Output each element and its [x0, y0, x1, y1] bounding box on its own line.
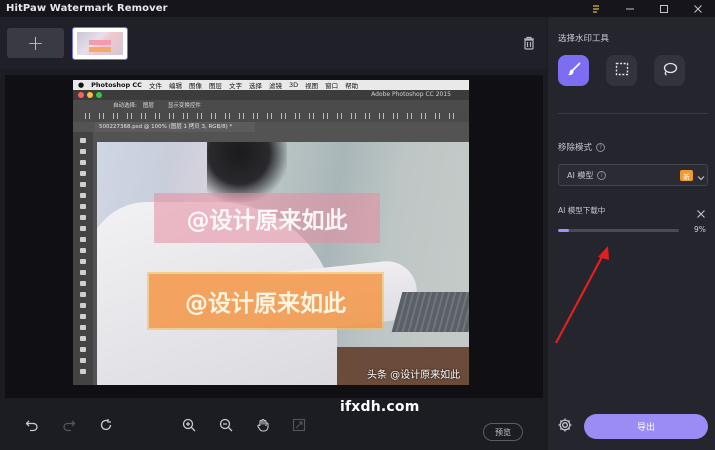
maximize-icon[interactable] — [647, 0, 681, 17]
ps-menubar: ● Photoshop CC 文件 编辑 图像 图层 文字 选择 滤镜 3D 视… — [73, 80, 469, 90]
minimize-icon[interactable] — [613, 0, 647, 17]
add-label: + — [27, 31, 44, 55]
title-bar: HitPaw Watermark Remover — [0, 0, 715, 17]
undo-icon[interactable] — [24, 417, 40, 433]
app-title: HitPaw Watermark Remover — [6, 3, 168, 14]
watermark-text-1: @设计原来如此 — [154, 193, 380, 243]
ps-document-tab: 500227368.psd @ 100% (图层 1 拷贝 3, RGB/8) … — [95, 122, 255, 132]
reset-icon[interactable] — [98, 417, 114, 433]
photo: @设计原来如此 @设计原来如此 头条 @设计原来如此 — [97, 142, 469, 385]
cancel-download-icon[interactable] — [696, 204, 706, 223]
watermark-corner-text: 头条 @设计原来如此 — [367, 370, 461, 381]
mode-section-title: 移除模式? — [558, 141, 606, 153]
ps-toolbox — [73, 132, 93, 385]
rect-select-tool-button[interactable] — [606, 55, 637, 86]
mode-select-value: AI 模型 — [567, 171, 594, 180]
redo-icon[interactable] — [61, 417, 77, 433]
workspace: + ● Photoshop CC 文件 编辑 图像 图层 文字 选择 滤镜 3D — [0, 17, 547, 450]
ps-menu-item: 编辑 — [168, 82, 182, 90]
divider — [558, 113, 708, 114]
fit-icon[interactable] — [291, 417, 307, 433]
download-percent: 9% — [694, 225, 706, 234]
export-button[interactable]: 导出 — [584, 414, 708, 439]
select-value: AI 模型 i — [567, 170, 607, 181]
zoom-in-icon[interactable] — [181, 417, 197, 433]
ps-menu-item: 窗口 — [325, 82, 339, 90]
ps-option: 图层 — [142, 103, 154, 109]
ps-option: 显示变换控件 — [167, 103, 201, 109]
ps-menu-item: 文件 — [148, 82, 162, 90]
ps-window-title: Adobe Photoshop CC 2015 — [371, 91, 451, 98]
ps-menu-item: 滤镜 — [268, 82, 282, 90]
tool-section-title: 选择水印工具 — [558, 34, 610, 44]
window-controls — [579, 0, 715, 17]
ps-menu-item: Photoshop CC — [91, 81, 142, 89]
hand-icon[interactable] — [255, 417, 271, 433]
watermark-text-2: @设计原来如此 — [149, 274, 382, 328]
ps-close-dot — [78, 92, 84, 98]
trash-icon[interactable] — [521, 35, 537, 51]
thumbnail-bar: + — [0, 17, 547, 69]
photoshop-screenshot: ● Photoshop CC 文件 编辑 图像 图层 文字 选择 滤镜 3D 视… — [73, 80, 469, 385]
download-status-label: AI 模型下载中 — [558, 206, 606, 215]
ps-menu-item: 文字 — [228, 82, 242, 90]
right-panel: 选择水印工具 移除模式? AI 模型 i 新 AI 模型下载中 9% 导出 — [548, 17, 715, 450]
lasso-tool-button[interactable] — [654, 55, 685, 86]
brush-icon — [566, 61, 582, 81]
close-icon[interactable] — [681, 0, 715, 17]
download-progress-fill — [558, 229, 569, 232]
apple-icon: ● — [78, 81, 85, 89]
help-icon[interactable]: ? — [596, 143, 606, 152]
pin-icon[interactable] — [579, 0, 613, 17]
preview-button[interactable]: 预览 — [483, 423, 523, 441]
ps-menu-item: 图层 — [208, 82, 222, 90]
site-watermark: ifxdh.com — [340, 399, 420, 415]
ps-max-dot — [96, 92, 102, 98]
chevron-down-icon — [696, 169, 706, 188]
bottom-toolbar: 预览 — [0, 402, 547, 450]
app-window: HitPaw Watermark Remover + ● Photoshop C… — [0, 0, 715, 450]
photo-keyboard — [391, 292, 469, 332]
mode-title-label: 移除模式 — [558, 143, 593, 153]
brush-tool-button[interactable] — [558, 55, 589, 86]
ps-menu-item: 选择 — [248, 82, 262, 90]
ps-options-bar: 自动选择: 图层 显示变换控件 — [73, 100, 469, 110]
settings-icon[interactable] — [557, 417, 573, 437]
image-thumbnail[interactable] — [72, 27, 128, 60]
ps-option: 自动选择: — [113, 103, 137, 109]
rect-select-icon — [614, 61, 630, 81]
image-canvas[interactable]: ● Photoshop CC 文件 编辑 图像 图层 文字 选择 滤镜 3D 视… — [5, 75, 543, 398]
ps-title-row: Adobe Photoshop CC 2015 — [73, 90, 469, 100]
ps-align-icons — [73, 110, 469, 122]
ps-menu-item: 3D — [288, 81, 299, 89]
ps-min-dot — [87, 92, 93, 98]
lasso-icon — [662, 61, 678, 81]
remove-mode-select[interactable]: AI 模型 i 新 — [558, 164, 708, 186]
ps-menu-item: 帮助 — [345, 82, 359, 90]
ps-menu-item: 图像 — [188, 82, 202, 90]
download-progress-bar — [558, 229, 679, 232]
add-image-button[interactable]: + — [7, 28, 64, 58]
zoom-out-icon[interactable] — [218, 417, 234, 433]
ps-menu-item: 视图 — [305, 82, 319, 90]
info-icon[interactable]: i — [597, 171, 607, 180]
new-badge: 新 — [680, 170, 693, 181]
